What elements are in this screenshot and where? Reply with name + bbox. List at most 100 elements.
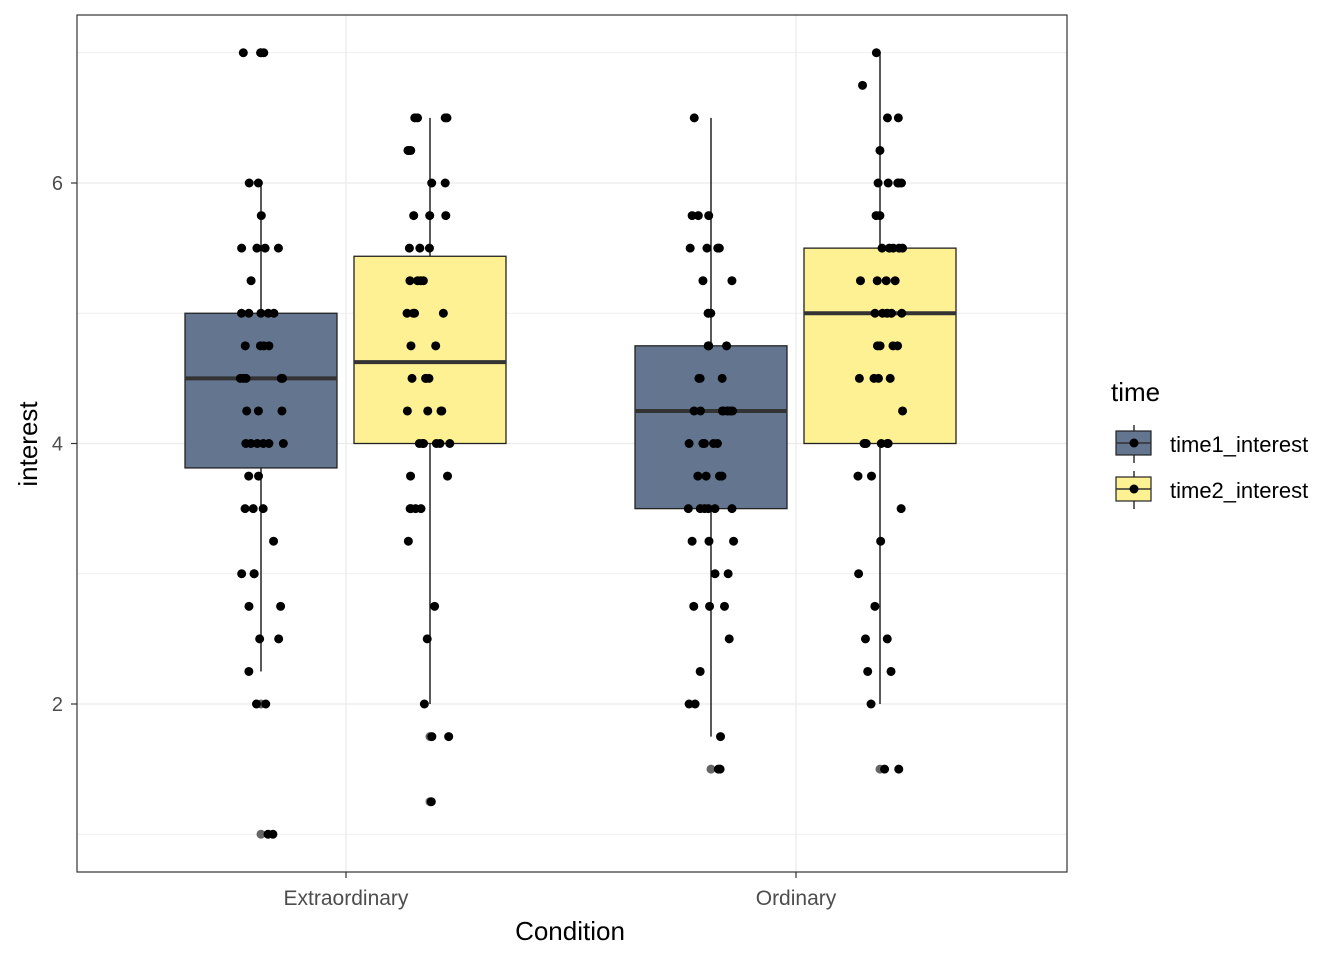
- data-point: [897, 308, 907, 318]
- data-point: [861, 439, 871, 448]
- data-point: [860, 634, 870, 644]
- data-point: [427, 732, 437, 742]
- data-point: [244, 308, 254, 318]
- data-point: [436, 406, 446, 416]
- data-point: [694, 373, 704, 383]
- data-point: [887, 308, 897, 318]
- data-point: [886, 666, 896, 676]
- data-point: [274, 634, 284, 644]
- data-point: [255, 634, 265, 644]
- data-point: [242, 406, 252, 416]
- data-point: [866, 471, 876, 481]
- data-point: [701, 471, 711, 481]
- data-point: [402, 406, 412, 416]
- y-axis: 2 4 6: [52, 173, 77, 716]
- data-point: [880, 764, 890, 774]
- legend-label-time2: time2_interest: [1170, 478, 1308, 503]
- data-point: [871, 48, 881, 58]
- data-point: [440, 113, 450, 123]
- data-point: [244, 178, 254, 188]
- data-point: [870, 601, 880, 611]
- data-point: [258, 504, 268, 514]
- data-point: [431, 439, 441, 448]
- data-point: [240, 341, 250, 351]
- data-point: [255, 341, 265, 351]
- data-point: [444, 732, 454, 742]
- legend-title: time: [1111, 377, 1160, 407]
- data-point: [875, 145, 885, 155]
- data-point: [876, 536, 886, 546]
- data-point: [702, 243, 712, 253]
- data-point: [263, 829, 273, 839]
- data-point: [882, 113, 892, 123]
- data-point: [277, 406, 287, 416]
- data-point: [422, 634, 432, 644]
- data-point: [240, 504, 250, 514]
- data-point: [727, 504, 737, 514]
- data-point: [416, 504, 426, 514]
- data-point: [898, 243, 908, 253]
- data-point: [705, 601, 715, 611]
- x-tick-label: Extraordinary: [284, 887, 409, 910]
- legend: time time1_interest time2_interest: [1111, 377, 1308, 509]
- data-point: [256, 211, 266, 221]
- data-point: [729, 536, 739, 546]
- data-point: [882, 634, 892, 644]
- data-point: [407, 373, 417, 383]
- data-point: [253, 178, 263, 188]
- data-point: [863, 666, 873, 676]
- data-point: [256, 308, 266, 318]
- y-tick-label: 6: [52, 173, 63, 195]
- data-point: [710, 569, 720, 579]
- data-point: [709, 439, 719, 448]
- data-point: [896, 504, 906, 514]
- data-point: [248, 504, 258, 514]
- data-point: [237, 569, 247, 579]
- data-point: [261, 699, 271, 709]
- data-point: [699, 439, 709, 448]
- data-point: [894, 764, 904, 774]
- data-point: [421, 373, 431, 383]
- data-point: [873, 373, 883, 383]
- y-axis-title: interest: [13, 401, 43, 487]
- data-point: [719, 601, 729, 611]
- y-tick-label: 4: [52, 434, 63, 456]
- data-point: [885, 373, 895, 383]
- data-point: [249, 569, 259, 579]
- data-point: [876, 439, 886, 448]
- data-point: [866, 699, 876, 709]
- data-point: [416, 276, 426, 286]
- data-point: [713, 764, 723, 774]
- data-point: [445, 439, 455, 448]
- legend-key-point: [1129, 484, 1139, 494]
- data-point: [693, 471, 703, 481]
- data-point: [893, 178, 903, 188]
- data-point: [854, 373, 864, 383]
- data-point: [430, 601, 440, 611]
- data-point: [853, 471, 863, 481]
- data-point: [872, 276, 882, 286]
- data-point: [252, 243, 262, 253]
- data-point: [424, 243, 434, 253]
- data-point: [717, 406, 727, 416]
- data-point: [419, 439, 429, 448]
- data-point: [254, 471, 264, 481]
- data-point: [264, 439, 274, 448]
- data-point: [717, 373, 727, 383]
- data-point: [269, 536, 279, 546]
- data-point: [854, 569, 864, 579]
- data-point: [438, 308, 448, 318]
- data-point: [873, 178, 883, 188]
- box-time2_interest-extraordinary: [353, 255, 507, 445]
- data-point: [244, 471, 254, 481]
- data-point: [881, 276, 891, 286]
- data-point: [689, 601, 699, 611]
- data-point: [855, 276, 865, 286]
- data-point: [246, 276, 256, 286]
- data-point: [273, 243, 283, 253]
- data-point: [244, 666, 254, 676]
- data-point: [703, 341, 713, 351]
- data-point: [684, 439, 694, 448]
- data-point: [858, 80, 868, 90]
- data-point: [276, 601, 286, 611]
